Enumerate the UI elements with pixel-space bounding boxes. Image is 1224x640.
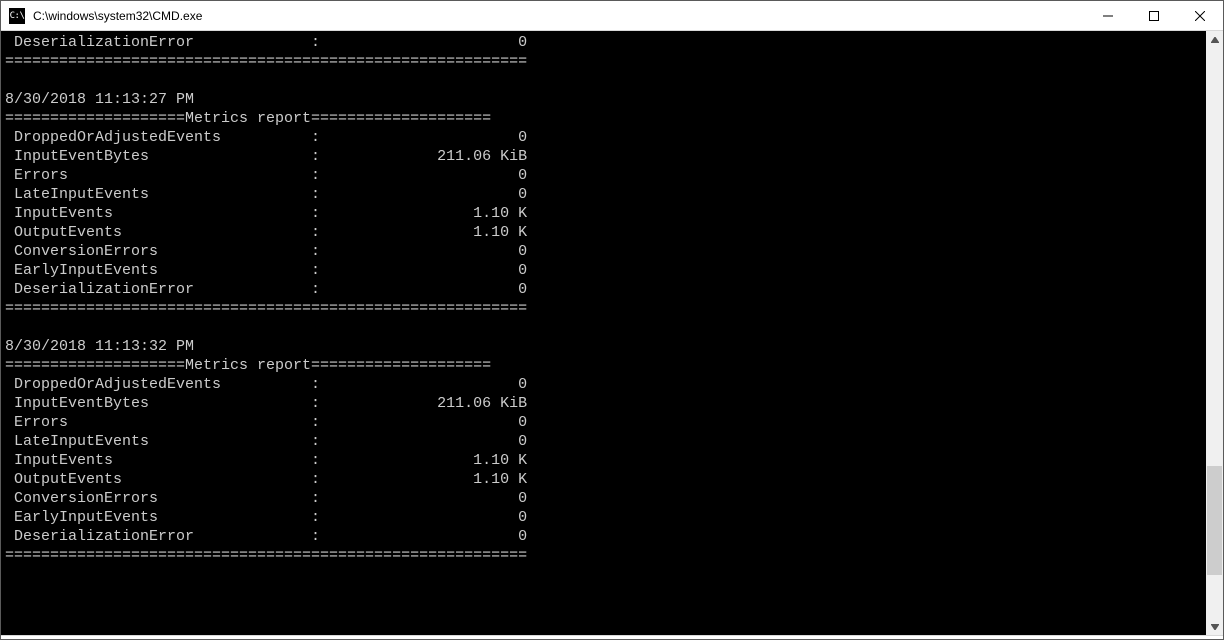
- window-title: C:\windows\system32\CMD.exe: [31, 9, 1085, 23]
- cmd-icon: C:\: [9, 8, 25, 24]
- vertical-scrollbar[interactable]: [1206, 31, 1223, 635]
- cmd-window: C:\ C:\windows\system32\CMD.exe Deserial…: [0, 0, 1224, 640]
- bottom-border: [1, 635, 1223, 639]
- titlebar[interactable]: C:\ C:\windows\system32\CMD.exe: [1, 1, 1223, 31]
- client-area: DeserializationError : 0 ===============…: [1, 31, 1223, 635]
- maximize-button[interactable]: [1131, 1, 1177, 30]
- scroll-down-button[interactable]: [1206, 618, 1223, 635]
- close-button[interactable]: [1177, 1, 1223, 30]
- scroll-thumb[interactable]: [1207, 466, 1222, 575]
- window-controls: [1085, 1, 1223, 30]
- scroll-up-button[interactable]: [1206, 31, 1223, 48]
- minimize-button[interactable]: [1085, 1, 1131, 30]
- terminal-output[interactable]: DeserializationError : 0 ===============…: [1, 31, 1206, 635]
